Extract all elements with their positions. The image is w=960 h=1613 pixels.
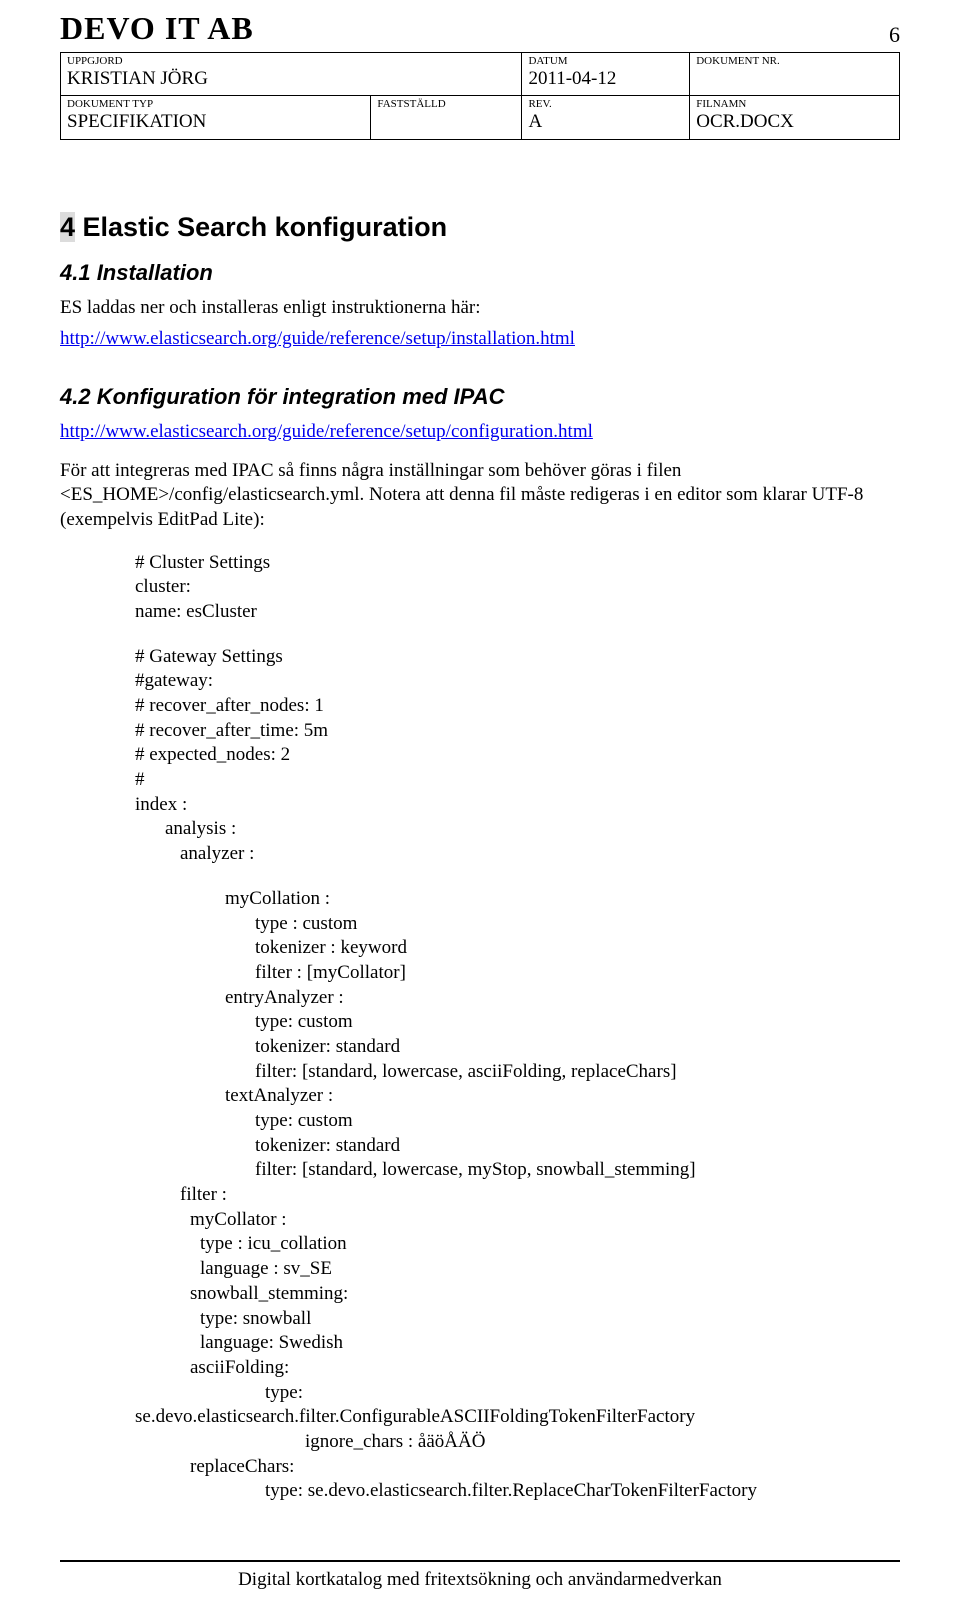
config-line: se.devo.elasticsearch.filter.Configurabl… — [135, 1405, 900, 1430]
config-line: snowball_stemming: — [190, 1282, 900, 1307]
meta-label-uppgjord: UPPGJORD — [67, 55, 515, 67]
section-4-2-heading: 4.2 Konfiguration för integration med IP… — [60, 383, 900, 412]
section-4-1-text: ES laddas ner och installeras enligt ins… — [60, 296, 900, 321]
config-line: #gateway: — [135, 669, 900, 694]
footer-text: Digital kortkatalog med fritextsökning o… — [238, 1569, 722, 1590]
config-line: # expected_nodes: 2 — [135, 743, 900, 768]
config-line: filter: [standard, lowercase, myStop, sn… — [255, 1158, 900, 1183]
config-line: # — [135, 768, 900, 793]
meta-value-rev: A — [528, 110, 683, 135]
config-line: myCollation : — [225, 887, 900, 912]
config-line: tokenizer : keyword — [255, 936, 900, 961]
installation-link[interactable]: http://www.elasticsearch.org/guide/refer… — [60, 328, 575, 349]
config-line: language : sv_SE — [200, 1257, 900, 1282]
config-line: index : — [135, 793, 900, 818]
config-line: cluster: — [135, 575, 900, 600]
section-4-title: Elastic Search konfiguration — [75, 212, 447, 242]
config-line: # Gateway Settings — [135, 645, 900, 670]
meta-value-uppgjord: KRISTIAN JÖRG — [67, 67, 515, 92]
meta-label-rev: REV. — [528, 98, 683, 110]
config-line: tokenizer: standard — [255, 1035, 900, 1060]
document-meta-table: UPPGJORD KRISTIAN JÖRG DATUM 2011-04-12 … — [60, 52, 900, 141]
config-line: name: esCluster — [135, 600, 900, 625]
config-line: filter: [standard, lowercase, asciiFoldi… — [255, 1060, 900, 1085]
meta-value-filnamn: OCR.DOCX — [696, 110, 893, 135]
section-4-2-text: För att integreras med IPAC så finns någ… — [60, 459, 900, 533]
config-line: textAnalyzer : — [225, 1084, 900, 1109]
config-line: type: se.devo.elasticsearch.filter.Repla… — [265, 1479, 900, 1504]
config-line: type: snowball — [200, 1307, 900, 1332]
meta-label-dokumentnr: DOKUMENT NR. — [696, 55, 893, 67]
config-line: language: Swedish — [200, 1331, 900, 1356]
section-4-1-heading: 4.1 Installation — [60, 259, 900, 288]
config-line: filter : [myCollator] — [255, 961, 900, 986]
section-4-heading: 4 Elastic Search konfiguration — [60, 210, 900, 245]
config-line: type : custom — [255, 912, 900, 937]
config-line: # recover_after_nodes: 1 — [135, 694, 900, 719]
config-block: # Cluster Settings cluster: name: esClus… — [135, 551, 900, 1504]
config-line: tokenizer: standard — [255, 1134, 900, 1159]
meta-value-datum: 2011-04-12 — [528, 67, 683, 92]
config-line: replaceChars: — [190, 1455, 900, 1480]
meta-label-filnamn: FILNAMN — [696, 98, 893, 110]
config-line: type: — [265, 1381, 900, 1406]
config-line: filter : — [180, 1183, 900, 1208]
config-line: # Cluster Settings — [135, 551, 900, 576]
config-line: analysis : — [165, 817, 900, 842]
config-line: type: custom — [255, 1010, 900, 1035]
config-line: asciiFolding: — [190, 1356, 900, 1381]
page-footer: Digital kortkatalog med fritextsökning o… — [60, 1554, 900, 1593]
config-line: myCollator : — [190, 1208, 900, 1233]
meta-value-dokumenttyp: SPECIFIKATION — [67, 110, 364, 135]
config-line: analyzer : — [180, 842, 900, 867]
config-line: ignore_chars : åäöÅÄÖ — [305, 1430, 900, 1455]
page-number: 6 — [889, 21, 900, 50]
meta-label-faststalld: FASTSTÄLLD — [377, 98, 515, 110]
config-line: # recover_after_time: 5m — [135, 719, 900, 744]
configuration-link[interactable]: http://www.elasticsearch.org/guide/refer… — [60, 421, 593, 442]
config-line: type : icu_collation — [200, 1232, 900, 1257]
config-line: type: custom — [255, 1109, 900, 1134]
company-name: DEVO IT AB — [60, 8, 254, 50]
meta-label-dokumenttyp: DOKUMENT TYP — [67, 98, 364, 110]
section-4-number: 4 — [60, 212, 75, 242]
meta-label-datum: DATUM — [528, 55, 683, 67]
config-line: entryAnalyzer : — [225, 986, 900, 1011]
